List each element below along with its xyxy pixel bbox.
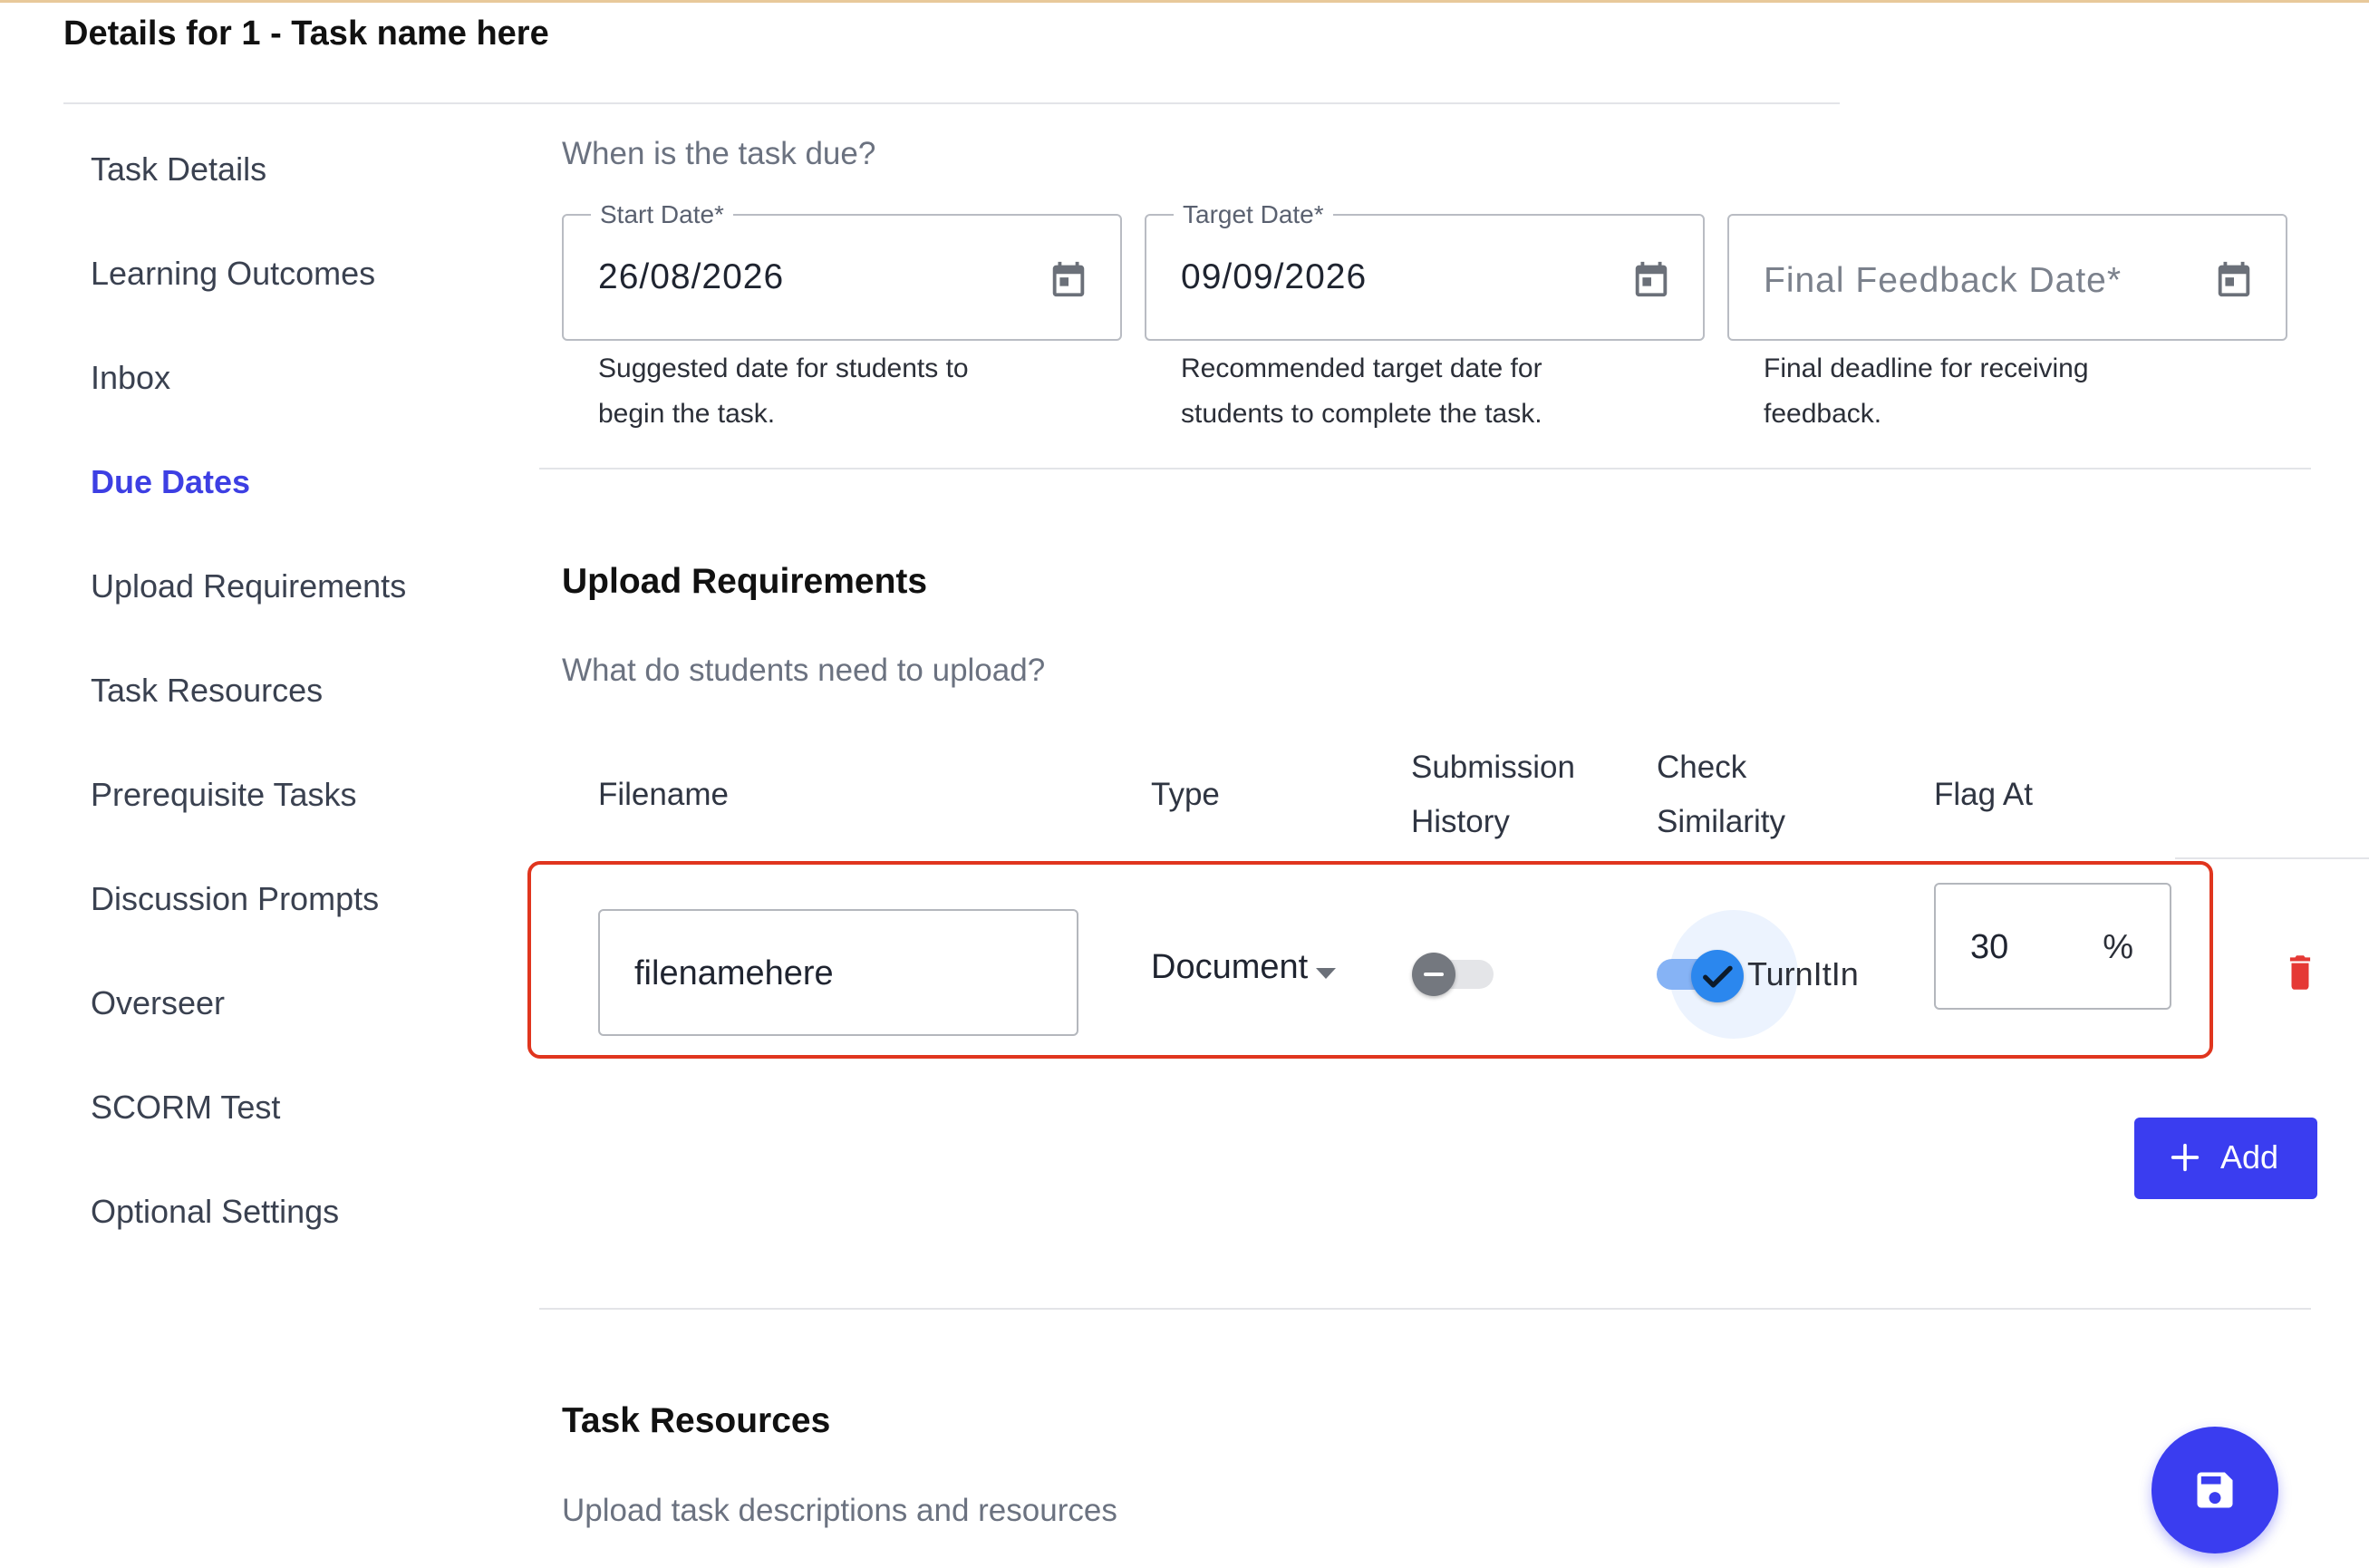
- save-icon: [2197, 1472, 2233, 1508]
- add-button[interactable]: Add: [2134, 1118, 2317, 1199]
- start-date-field[interactable]: Start Date* 26/08/2026: [562, 200, 1122, 341]
- section-divider: [539, 1308, 2311, 1310]
- plus-icon: [2171, 1143, 2200, 1172]
- upload-requirements-title: Upload Requirements: [562, 562, 928, 601]
- target-date-helper: Recommended target date for students to …: [1181, 353, 1542, 429]
- sidebar-item-prerequisite-tasks[interactable]: Prerequisite Tasks: [91, 776, 356, 814]
- filename-input-value: filenamehere: [634, 954, 834, 992]
- sidebar-item-overseer[interactable]: Overseer: [91, 984, 225, 1022]
- column-header-check-similarity-line1: Check: [1657, 750, 1747, 785]
- column-header-submission-history-line1: Submission: [1411, 750, 1575, 785]
- table-header-divider: [2175, 857, 2369, 859]
- target-date-value: 09/09/2026: [1181, 257, 1368, 296]
- sidebar-item-learning-outcomes[interactable]: Learning Outcomes: [91, 255, 375, 293]
- sidebar-item-due-dates[interactable]: Due Dates: [91, 463, 250, 501]
- sidebar-item-upload-requirements[interactable]: Upload Requirements: [91, 567, 406, 605]
- start-date-label: Start Date*: [591, 200, 733, 229]
- calendar-icon[interactable]: [1630, 256, 1672, 303]
- calendar-icon[interactable]: [2213, 256, 2255, 303]
- target-date-field[interactable]: Target Date* 09/09/2026: [1145, 200, 1705, 341]
- upload-requirements-question: What do students need to upload?: [562, 653, 1046, 688]
- checkmark-icon: [1703, 965, 1733, 988]
- section-divider: [539, 468, 2311, 469]
- percent-suffix: %: [2103, 928, 2133, 966]
- top-accent-line: [0, 0, 2369, 3]
- flag-at-value: 30: [1970, 928, 2009, 966]
- sidebar-item-inbox[interactable]: Inbox: [91, 359, 170, 397]
- final-feedback-date-field[interactable]: Final Feedback Date*: [1727, 214, 2287, 341]
- due-dates-question: When is the task due?: [562, 136, 876, 171]
- chevron-down-icon[interactable]: [1316, 968, 1336, 979]
- start-date-helper: Suggested date for students to begin the…: [598, 353, 969, 429]
- filename-input[interactable]: filenamehere: [598, 909, 1078, 1036]
- sidebar-item-task-details[interactable]: Task Details: [91, 150, 266, 189]
- task-resources-title: Task Resources: [562, 1401, 831, 1440]
- column-header-check-similarity: Check Similarity: [1657, 740, 1785, 849]
- calendar-icon[interactable]: [1048, 256, 1089, 303]
- column-header-check-similarity-line2: Similarity: [1657, 804, 1785, 839]
- header-divider: [63, 102, 1840, 104]
- target-date-label: Target Date*: [1174, 200, 1333, 229]
- flag-at-input[interactable]: 30 %: [1934, 883, 2171, 1010]
- check-similarity-label: TurnItIn: [1747, 955, 1859, 992]
- final-feedback-date-placeholder: Final Feedback Date*: [1764, 261, 2122, 300]
- submission-history-toggle-thumb[interactable]: [1412, 953, 1455, 996]
- final-feedback-date-helper: Final deadline for receiving feedback.: [1764, 353, 2089, 429]
- sidebar-item-task-resources[interactable]: Task Resources: [91, 672, 323, 710]
- column-header-type: Type: [1151, 777, 1220, 812]
- column-header-submission-history: Submission History: [1411, 740, 1575, 849]
- type-select[interactable]: Document: [1151, 948, 1308, 987]
- sidebar-item-optional-settings[interactable]: Optional Settings: [91, 1193, 339, 1231]
- check-similarity-toggle-thumb[interactable]: [1691, 950, 1744, 1002]
- sidebar-item-discussion-prompts[interactable]: Discussion Prompts: [91, 880, 379, 918]
- task-resources-question: Upload task descriptions and resources: [562, 1493, 1117, 1528]
- add-button-label: Add: [2220, 1138, 2279, 1176]
- column-header-flag-at: Flag At: [1934, 777, 2033, 812]
- save-button[interactable]: [2151, 1427, 2278, 1553]
- column-header-submission-history-line2: History: [1411, 804, 1510, 839]
- start-date-value: 26/08/2026: [598, 257, 785, 296]
- trash-icon[interactable]: [2283, 950, 2317, 995]
- sidebar-item-scorm-test[interactable]: SCORM Test: [91, 1089, 280, 1127]
- column-header-filename: Filename: [598, 777, 729, 812]
- page-title: Details for 1 - Task name here: [63, 15, 549, 53]
